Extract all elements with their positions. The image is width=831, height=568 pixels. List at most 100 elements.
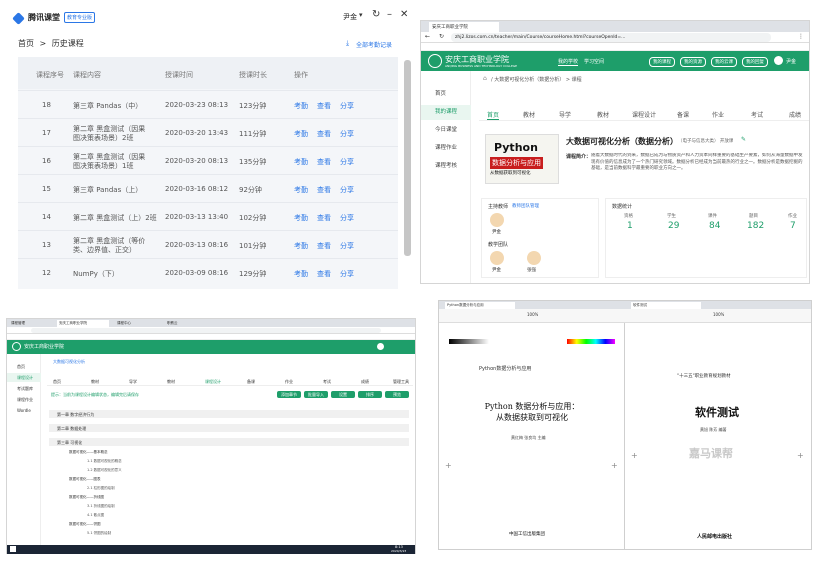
tab-item[interactable]: 课程管理 (11, 321, 25, 326)
sidebar-item-homework[interactable]: 课程作业 (7, 395, 41, 404)
view-link[interactable]: 查看 (317, 241, 331, 251)
attendance-link[interactable]: 考勤 (294, 101, 308, 111)
outline-item[interactable]: 数据可视化——基本概念 (69, 450, 108, 455)
tab-item[interactable]: 作业 (285, 379, 293, 385)
sidebar-item-questions[interactable]: 考试题库 (7, 384, 41, 393)
attendance-link[interactable]: 考勤 (294, 269, 308, 279)
user-menu[interactable]: 尹金 (343, 12, 357, 22)
reload-icon[interactable]: ↻ (439, 33, 444, 40)
windows-start-icon[interactable] (10, 546, 16, 552)
tab-item[interactable]: 作业 (712, 110, 724, 119)
tab-course[interactable]: 安庆工商职业学院 (429, 22, 499, 32)
share-link[interactable]: 分享 (340, 129, 354, 139)
sidebar-item-home[interactable]: 首页 (421, 87, 471, 102)
preview-button[interactable]: 预览 (385, 391, 409, 398)
sidebar-item-homework[interactable]: 课程作业 (421, 141, 471, 156)
url-field[interactable] (31, 328, 381, 333)
outline-item[interactable]: 1.1 数据可视化的概念 (87, 459, 122, 464)
batch-import-button[interactable]: 批量导入 (304, 391, 328, 398)
avatar[interactable] (774, 56, 783, 65)
share-link[interactable]: 分享 (340, 213, 354, 223)
tab-item[interactable]: 备课 (677, 110, 689, 119)
user-name[interactable]: 尹金 (786, 58, 796, 65)
back-icon[interactable]: ← (425, 33, 430, 40)
outline-item[interactable]: 3.1 折线图的绘制 (87, 504, 115, 509)
close-icon[interactable]: ✕ (400, 9, 408, 20)
tab-item[interactable]: 课程中心 (117, 321, 131, 326)
tab-item[interactable]: 安庆工商职业学院 (57, 320, 109, 327)
attendance-link[interactable]: 考勤 (294, 241, 308, 251)
view-link[interactable]: 查看 (317, 213, 331, 223)
nav-study-space[interactable]: 学习空间 (584, 58, 604, 65)
outline-item[interactable]: 5.1 饼图的绘制 (87, 531, 111, 536)
tab-item[interactable]: 教材 (523, 110, 535, 119)
sidebar-item-wordle[interactable]: Wordle (7, 406, 41, 415)
outline-item[interactable]: 4.1 散点图 (87, 513, 104, 518)
outline-item[interactable]: 1.2 数据可视化的意义 (87, 468, 122, 473)
sidebar-item-courses[interactable]: 我的课程 (421, 105, 471, 120)
attendance-link[interactable]: 考勤 (294, 213, 308, 223)
top-btn[interactable]: 我的回复 (742, 57, 768, 67)
refresh-icon[interactable]: ↻ (372, 9, 380, 20)
url-field[interactable]: zhj2.lizos.com.cn/teacher/main/Course/co… (451, 33, 771, 42)
nav-my-school[interactable]: 我的学校 (558, 58, 579, 66)
share-link[interactable]: 分享 (340, 185, 354, 195)
view-link[interactable]: 查看 (317, 129, 331, 139)
tab-item[interactable]: 课程设计 (632, 110, 656, 119)
download-all-link[interactable]: 全部考勤记录 (356, 40, 392, 49)
chapter-row[interactable]: 第一章 数字经济行为 (49, 410, 409, 418)
tab-item[interactable]: 导学 (559, 110, 571, 119)
edit-icon[interactable]: ✎ (741, 136, 746, 143)
chapter-row[interactable]: 第二章 数据处理 (49, 424, 409, 432)
outline-item[interactable]: 数据可视化——图表 (69, 477, 101, 482)
attendance-link[interactable]: 考勤 (294, 129, 308, 139)
tab-item[interactable]: 教材 (91, 379, 99, 385)
tab-item[interactable]: 导学 (129, 379, 137, 385)
view-link[interactable]: 查看 (317, 269, 331, 279)
outline-item[interactable]: 2.1 柱形图的绘制 (87, 486, 115, 491)
share-link[interactable]: 分享 (340, 101, 354, 111)
share-link[interactable]: 分享 (340, 269, 354, 279)
sidebar-item-today[interactable]: 今日课堂 (421, 123, 471, 138)
tab-item[interactable]: 职教云 (167, 321, 178, 326)
top-btn[interactable]: 我的云课 (711, 57, 737, 67)
tab-item[interactable]: 教材 (167, 379, 175, 385)
view-link[interactable]: 查看 (317, 101, 331, 111)
sidebar-item-exam[interactable]: 课程考核 (421, 159, 471, 174)
tab-course-design[interactable]: 课程设计 (205, 379, 221, 385)
add-chapter-button[interactable]: 添加章节 (277, 391, 301, 398)
tab-item[interactable]: 教材 (597, 110, 609, 119)
zoom-level[interactable]: 100% (713, 312, 724, 317)
outline-item[interactable]: 数据可视化——饼图 (69, 522, 101, 527)
breadcrumb-home[interactable]: 首页 (18, 39, 34, 48)
chapter-row[interactable]: 第三章 可视化 (49, 438, 409, 446)
tab-item[interactable]: 管理工具 (393, 379, 409, 385)
top-btn[interactable]: 我的资源 (680, 57, 706, 67)
outline-item[interactable]: 数据可视化——折线图 (69, 495, 104, 500)
scrollbar[interactable] (404, 60, 411, 256)
chevron-down-icon[interactable]: ▾ (359, 11, 363, 19)
team-manage-link[interactable]: 教师团队管理 (512, 203, 539, 209)
tab-item[interactable]: 备课 (247, 379, 255, 385)
settings-button[interactable]: 设置 (331, 391, 355, 398)
minimize-icon[interactable]: – (387, 9, 392, 20)
sort-button[interactable]: 排序 (358, 391, 382, 398)
share-link[interactable]: 分享 (340, 157, 354, 167)
tab-item[interactable]: 成绩 (789, 110, 801, 119)
menu-dots-icon[interactable]: ⋮ (798, 33, 804, 40)
tab-item[interactable]: 考试 (751, 110, 763, 119)
tab-pdf-right[interactable]: 软件测试 (631, 302, 701, 309)
home-icon[interactable]: ⌂ (483, 75, 487, 82)
tab-home[interactable]: 首页 (487, 110, 500, 120)
share-link[interactable]: 分享 (340, 241, 354, 251)
tab-pdf-left[interactable]: Python数据分析与应用 (445, 302, 515, 309)
tab-item[interactable]: 成绩 (361, 379, 369, 385)
attendance-link[interactable]: 考勤 (294, 157, 308, 167)
view-link[interactable]: 查看 (317, 157, 331, 167)
tab-item[interactable]: 考试 (323, 379, 331, 385)
attendance-link[interactable]: 考勤 (294, 185, 308, 195)
view-link[interactable]: 查看 (317, 185, 331, 195)
top-btn[interactable]: 我的课程 (649, 57, 675, 67)
avatar[interactable] (377, 343, 384, 350)
download-icon[interactable]: ⤓ (346, 39, 349, 48)
